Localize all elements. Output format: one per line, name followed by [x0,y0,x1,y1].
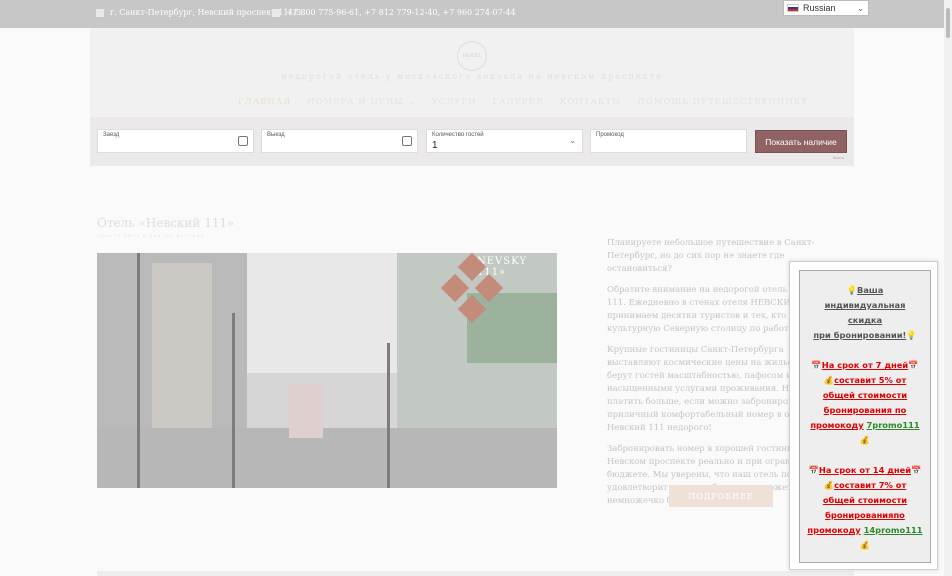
calendar-icon [402,136,412,146]
guests-value: 1 [432,140,438,151]
chevron-down-icon: ⌄ [569,136,576,145]
location-icon [96,8,104,17]
calendar-icon [238,136,248,146]
money-bag-icon: 💰 [823,480,835,490]
site-tagline: недорогой отель у московского вокзала на… [281,72,663,81]
bulb-icon: 💡 [846,285,857,295]
checkout-field[interactable]: Выезд [261,129,418,153]
details-button[interactable]: ПОДРОБНЕЕ [669,485,773,507]
page-subtitle: просто быть в центре истории [97,233,205,239]
powered-by[interactable]: Bnovo [833,155,844,160]
money-bag-icon: 💰 [859,435,871,445]
bulb-icon: 💡 [906,330,917,340]
calendar-icon: 📅 [911,465,922,475]
booking-form: Заезд Выезд Количество гостей 1 ⌄ Промок… [90,117,854,166]
promo-field[interactable]: Промокод [590,129,747,153]
address-block: г. Санкт-Петербург, Невский проспект 111… [96,8,301,17]
nav-item-contacts[interactable]: КОНТАКТЫ [560,97,622,107]
promo-code-7[interactable]: 7promo111 [867,420,920,430]
guests-select[interactable]: Количество гостей 1 ⌄ [426,129,583,153]
nav-item-gallery[interactable]: ГАЛЕРЕЯ [493,97,544,107]
calendar-icon: 📅 [811,360,822,370]
chevron-down-icon: ⌄ [857,3,864,13]
discount-popup[interactable]: 💡Ваша индивидуальная скидка при брониров… [789,261,938,570]
money-bag-icon: 💰 [823,375,835,385]
language-select[interactable]: Russian ⌄ [783,0,869,16]
guests-label: Количество гостей [432,132,484,138]
bottom-strip [97,571,854,576]
russia-flag-icon [787,4,799,12]
scrollbar-thumb[interactable] [946,8,950,38]
nav-item-services[interactable]: УСЛУГИ [432,97,477,107]
checkin-label: Заезд [103,132,120,138]
nav-item-rooms[interactable]: НОМЕРА И ЦЕНЫ ⌄ [307,97,415,107]
phones-block[interactable]: +7 800 775-96-61, +7 812 779-12-40, +7 9… [272,8,516,17]
promo-code-14[interactable]: 14promo111 [864,525,923,535]
hotel-logo[interactable]: HOTEL [457,41,487,71]
promo-label: Промокод [596,132,624,138]
language-label: Russian [803,3,836,13]
checkout-label: Выезд [267,132,285,138]
discount-popup-content: 💡Ваша индивидуальная скидка при брониров… [799,270,931,563]
calendar-icon: 📅 [908,360,919,370]
checkin-field[interactable]: Заезд [97,129,254,153]
site-header: HOTEL недорогой отель у московского вокз… [90,28,854,118]
money-bag-icon: 💰 [859,540,871,550]
calendar-icon: 📅 [808,465,819,475]
show-availability-button[interactable]: Показать наличие [755,130,847,153]
page-title: Отель «Невский 111» [97,216,235,230]
phone-icon [272,8,280,17]
main-nav: ГЛАВНАЯ НОМЕРА И ЦЕНЫ ⌄ УСЛУГИ ГАЛЕРЕЯ К… [238,97,809,107]
loading-spinner-icon [437,252,507,324]
nav-item-help[interactable]: ПОМОЩЬ ПУТЕШЕСТВЕННИКУ [637,97,808,107]
phones-text[interactable]: +7 800 775-96-61, +7 812 779-12-40, +7 9… [286,8,516,17]
page-scrollbar[interactable] [944,0,952,576]
nav-item-home[interactable]: ГЛАВНАЯ [238,97,291,107]
